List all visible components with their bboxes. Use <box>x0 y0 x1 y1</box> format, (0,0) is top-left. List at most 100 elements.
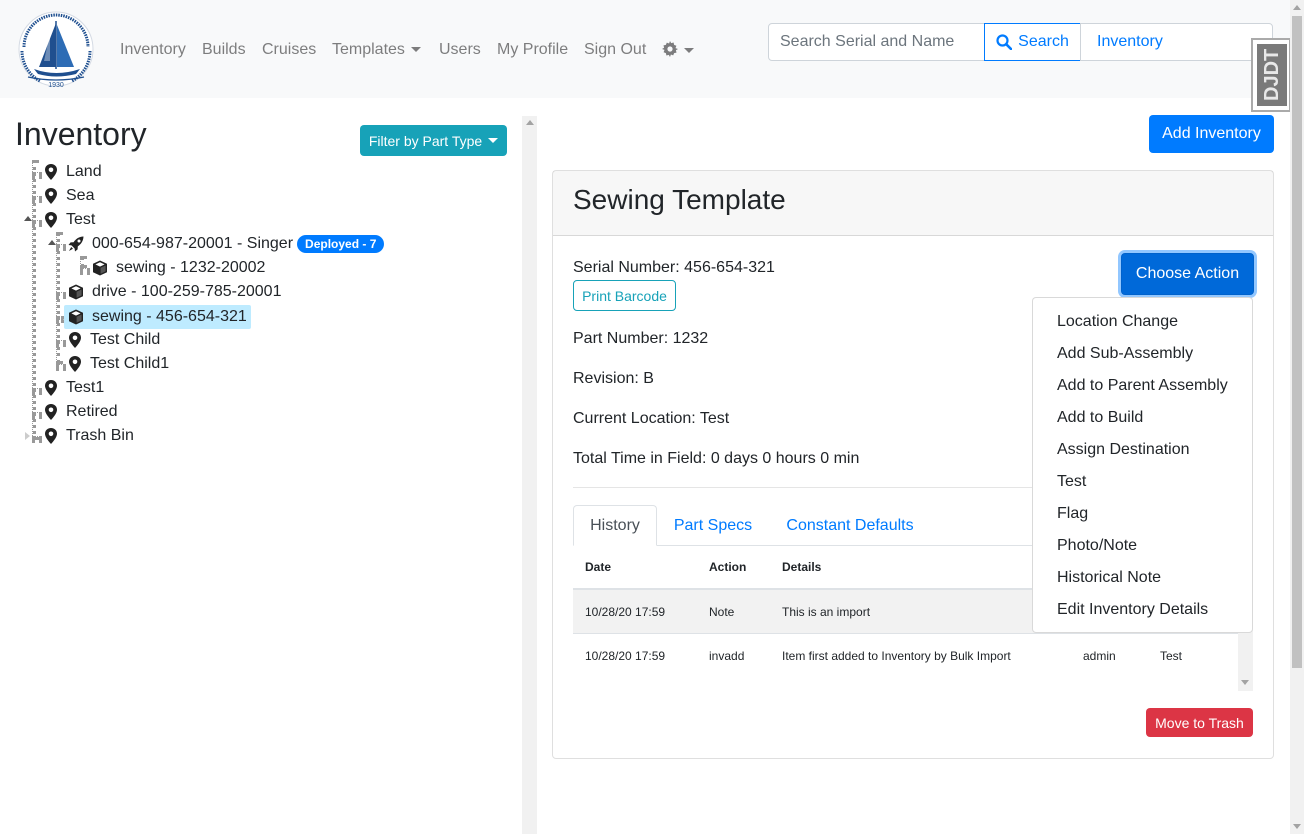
svg-text:1930: 1930 <box>48 82 64 89</box>
tab-constant-defaults[interactable]: Constant Defaults <box>770 505 930 546</box>
scroll-down-arrow-icon[interactable] <box>1241 680 1249 685</box>
print-barcode-button[interactable]: Print Barcode <box>573 280 676 311</box>
tree-connector <box>32 412 42 416</box>
scroll-up-arrow-icon[interactable] <box>1293 5 1301 10</box>
part-number: Part Number: 1232 <box>573 330 709 347</box>
search-scope-select[interactable]: Inventory <box>1080 23 1273 61</box>
tree-node-test-child1[interactable]: Test Child1 <box>68 353 169 375</box>
search-icon <box>996 34 1013 50</box>
menu-item-historical-note[interactable]: Historical Note <box>1057 568 1161 588</box>
cell-date: 10/28/20 17:59 <box>585 605 666 619</box>
menu-item-edit-inventory-details[interactable]: Edit Inventory Details <box>1057 600 1208 620</box>
tree-connector <box>56 340 66 344</box>
tree-node-label: sewing - 456-654-321 <box>92 308 247 325</box>
tree-node-sewing-456-654-321[interactable]: sewing - 456-654-321 <box>64 305 251 329</box>
tree-connector <box>32 436 42 440</box>
menu-item-add-sub-assembly[interactable]: Add Sub-Assembly <box>1057 344 1193 364</box>
map-marker-icon <box>69 356 81 372</box>
top-navbar: 1930 Inventory Builds Cruises Templates … <box>0 0 1290 98</box>
cube-icon <box>93 260 107 276</box>
tree-collapse-toggle[interactable] <box>24 216 32 221</box>
page-scrollbar-thumb[interactable] <box>1292 16 1302 668</box>
tree-scrollbar[interactable] <box>522 116 537 834</box>
tree-node-test[interactable]: Test <box>44 209 95 231</box>
tree-node-retired[interactable]: Retired <box>44 401 118 423</box>
tree-node-test-child[interactable]: Test Child <box>68 329 160 351</box>
move-to-trash-button[interactable]: Move to Trash <box>1146 708 1253 737</box>
whoi-logo[interactable]: 1930 <box>14 11 98 89</box>
tree-connector <box>80 256 84 268</box>
search-button-label: Search <box>1018 33 1069 50</box>
scroll-up-arrow-icon[interactable] <box>526 120 534 125</box>
caret-down-icon <box>410 47 421 53</box>
tree-connector <box>80 268 90 272</box>
debug-toolbar-handle[interactable]: DJDT <box>1251 38 1291 112</box>
cube-icon <box>69 284 83 300</box>
tree-node-sea[interactable]: Sea <box>44 185 94 207</box>
search-button[interactable]: Search <box>984 23 1081 61</box>
nav-templates-label: Templates <box>332 41 405 58</box>
tree-node-test1[interactable]: Test1 <box>44 377 104 399</box>
menu-item-add-to-parent-assembly[interactable]: Add to Parent Assembly <box>1057 376 1228 396</box>
card-title: Sewing Template <box>573 184 786 215</box>
map-marker-icon <box>45 164 57 180</box>
revision: Revision: B <box>573 370 654 387</box>
tree-connector <box>32 172 42 176</box>
tree-node-drive[interactable]: drive - 100-259-785-20001 <box>68 281 281 303</box>
serial-number: Serial Number: 456-654-321 <box>573 259 775 276</box>
choose-action-button[interactable]: Choose Action <box>1121 253 1254 295</box>
tree-node-sewing-1232-20002[interactable]: sewing - 1232-20002 <box>92 257 265 279</box>
map-marker-icon <box>45 428 57 444</box>
map-marker-icon <box>69 332 81 348</box>
tree-connector <box>56 316 64 320</box>
tab-part-specs[interactable]: Part Specs <box>658 505 768 546</box>
menu-item-flag[interactable]: Flag <box>1057 504 1088 524</box>
add-inventory-button[interactable]: Add Inventory <box>1149 115 1274 153</box>
tree-node-label: Land <box>66 163 102 180</box>
tree-connector <box>32 388 42 392</box>
column-header-date[interactable]: Date <box>585 560 611 574</box>
menu-item-add-to-build[interactable]: Add to Build <box>1057 408 1143 428</box>
cell-date: 10/28/20 17:59 <box>585 649 666 663</box>
column-header-action[interactable]: Action <box>709 560 746 574</box>
scroll-down-arrow-icon[interactable] <box>1293 824 1301 829</box>
search-input[interactable]: Search Serial and Name <box>768 23 985 61</box>
map-marker-icon <box>45 380 57 396</box>
tree-node-label: Test Child <box>90 331 161 348</box>
menu-item-assign-destination[interactable]: Assign Destination <box>1057 440 1190 460</box>
tab-history[interactable]: History <box>573 505 657 546</box>
inventory-heading: Inventory <box>15 116 147 152</box>
tree-node-label: Trash Bin <box>66 427 134 444</box>
filter-by-part-type-button[interactable]: Filter by Part Type <box>360 125 507 156</box>
nav-link-my-profile[interactable]: My Profile <box>497 40 568 60</box>
page-scrollbar[interactable] <box>1290 0 1304 834</box>
tree-collapse-toggle[interactable] <box>48 240 56 245</box>
nav-link-cruises[interactable]: Cruises <box>262 40 316 60</box>
tree-connector <box>56 232 60 364</box>
nav-dropdown-templates[interactable]: Templates <box>332 40 421 60</box>
menu-item-test[interactable]: Test <box>1057 472 1086 492</box>
cell-details: Item first added to Inventory by Bulk Im… <box>782 649 1011 663</box>
menu-item-location-change[interactable]: Location Change <box>1057 312 1178 332</box>
tree-node-trash-bin[interactable]: Trash Bin <box>44 425 134 447</box>
tree-node-build-singer[interactable]: 000-654-987-20001 - Singer Deployed - 7 <box>68 233 385 255</box>
nav-link-builds[interactable]: Builds <box>202 40 246 60</box>
tree-node-label: Test1 <box>66 379 105 396</box>
tree-expand-toggle[interactable] <box>25 432 30 440</box>
nav-link-inventory[interactable]: Inventory <box>120 40 186 60</box>
nav-link-users[interactable]: Users <box>439 40 481 60</box>
tree-node-label: Sea <box>66 187 95 204</box>
column-header-details[interactable]: Details <box>782 560 821 574</box>
tree-node-land[interactable]: Land <box>44 161 102 183</box>
cell-action: Note <box>709 605 735 619</box>
map-marker-icon <box>45 188 57 204</box>
menu-item-photo-note[interactable]: Photo/Note <box>1057 536 1137 556</box>
tree-connector <box>32 160 36 440</box>
tree-node-label: Test <box>66 211 96 228</box>
nav-settings-dropdown[interactable] <box>662 41 694 61</box>
caret-down-icon <box>684 48 694 54</box>
map-marker-icon <box>45 212 57 228</box>
nav-link-sign-out[interactable]: Sign Out <box>584 40 646 60</box>
tree-node-label: sewing - 1232-20002 <box>116 259 266 276</box>
tree-node-label: 000-654-987-20001 - Singer <box>92 235 294 252</box>
